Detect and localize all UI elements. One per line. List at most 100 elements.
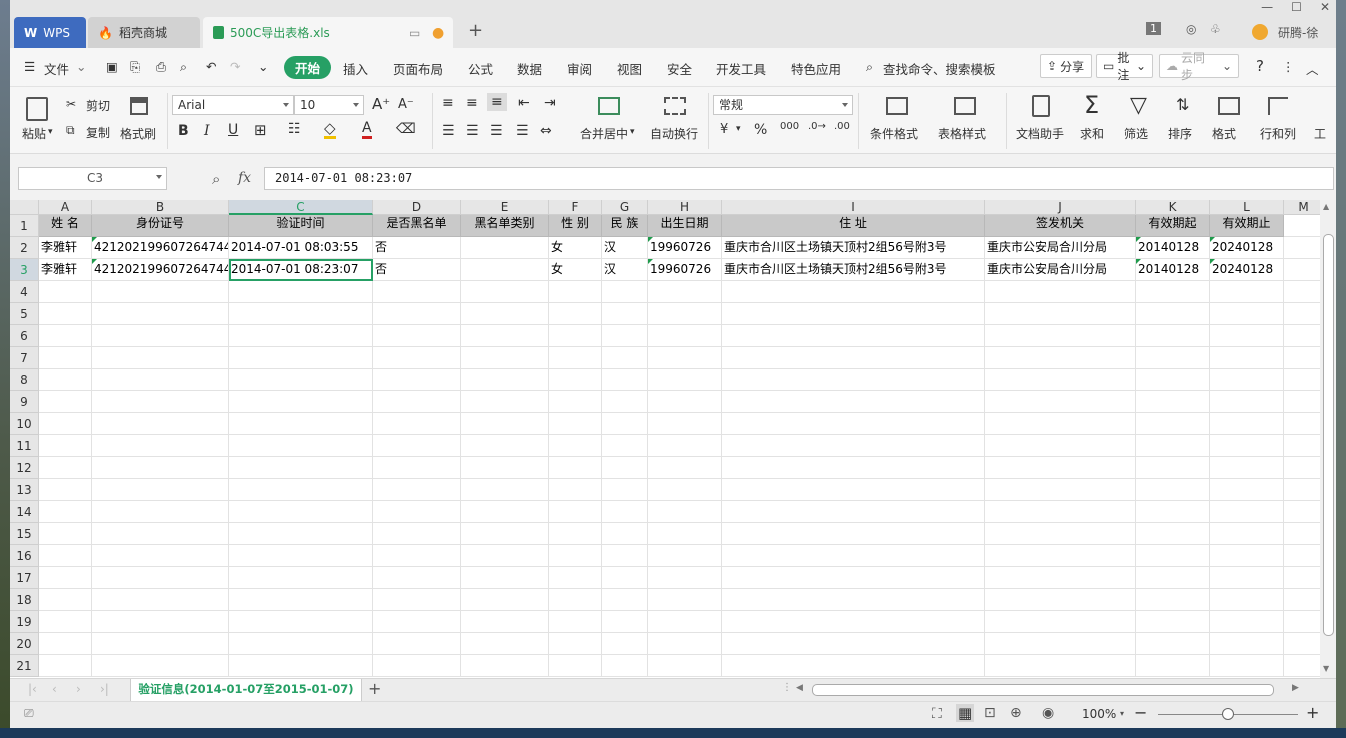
- column-header-M[interactable]: M: [1284, 200, 1320, 215]
- tab-start[interactable]: 开始: [284, 56, 332, 79]
- empty-cell[interactable]: [722, 589, 985, 611]
- empty-cell[interactable]: [461, 413, 549, 435]
- empty-cell[interactable]: [39, 325, 92, 347]
- empty-cell[interactable]: [373, 567, 461, 589]
- empty-cell[interactable]: [92, 413, 229, 435]
- empty-cell[interactable]: [92, 479, 229, 501]
- empty-cell[interactable]: [461, 655, 549, 677]
- comment-button[interactable]: ▭ 批注 ⌄: [1096, 51, 1153, 82]
- redo-icon[interactable]: ↷: [230, 59, 240, 74]
- empty-cell[interactable]: [648, 347, 722, 369]
- empty-cell[interactable]: [985, 369, 1136, 391]
- column-header-B[interactable]: B: [92, 200, 229, 215]
- empty-cell[interactable]: [985, 457, 1136, 479]
- column-header-A[interactable]: A: [39, 200, 92, 215]
- empty-cell[interactable]: [373, 611, 461, 633]
- search-icon[interactable]: ⌕: [866, 59, 873, 75]
- table-cell[interactable]: 女: [549, 237, 602, 259]
- minimize-icon[interactable]: —: [1261, 0, 1273, 18]
- empty-cell[interactable]: [1136, 347, 1210, 369]
- empty-cell[interactable]: [39, 347, 92, 369]
- empty-cell[interactable]: [373, 303, 461, 325]
- column-header-H[interactable]: H: [648, 200, 722, 215]
- row-header[interactable]: 9: [10, 391, 39, 413]
- empty-cell[interactable]: [229, 391, 373, 413]
- empty-cell[interactable]: [722, 545, 985, 567]
- row-header[interactable]: 16: [10, 545, 39, 567]
- print-preview-icon[interactable]: ⌕: [180, 59, 187, 75]
- save-icon[interactable]: ▣: [106, 59, 118, 74]
- table-cell[interactable]: [461, 259, 549, 281]
- align-bottom-icon[interactable]: ≡: [487, 93, 507, 111]
- tab-docer-store[interactable]: 🔥 稻壳商城: [88, 17, 200, 48]
- empty-cell[interactable]: [92, 435, 229, 457]
- empty-cell[interactable]: [985, 633, 1136, 655]
- tab-spreadsheet-file[interactable]: 500C导出表格.xls ▭ ●: [203, 17, 453, 48]
- monitor-icon[interactable]: ▭: [409, 26, 420, 40]
- table-cell[interactable]: 李雅轩: [39, 259, 92, 281]
- empty-cell[interactable]: [1284, 567, 1320, 589]
- empty-cell[interactable]: [1136, 567, 1210, 589]
- empty-cell[interactable]: [1210, 567, 1284, 589]
- empty-cell[interactable]: [549, 369, 602, 391]
- empty-cell[interactable]: [92, 523, 229, 545]
- empty-cell[interactable]: [461, 303, 549, 325]
- macro-record-icon[interactable]: ⎚: [24, 706, 34, 721]
- empty-cell[interactable]: [1136, 611, 1210, 633]
- empty-cell[interactable]: [1136, 325, 1210, 347]
- empty-cell[interactable]: [985, 347, 1136, 369]
- empty-cell[interactable]: [1210, 325, 1284, 347]
- table-cell[interactable]: 汉: [602, 259, 648, 281]
- empty-cell[interactable]: [373, 435, 461, 457]
- conditional-format-icon[interactable]: [886, 97, 908, 115]
- table-cell[interactable]: 否: [373, 259, 461, 281]
- empty-cell[interactable]: [1284, 281, 1320, 303]
- empty-cell[interactable]: [229, 369, 373, 391]
- align-right-icon[interactable]: ☰: [490, 123, 503, 139]
- window-count-badge[interactable]: 1: [1146, 22, 1161, 35]
- underline-icon[interactable]: U: [228, 122, 238, 138]
- empty-cell[interactable]: [648, 611, 722, 633]
- format-button[interactable]: 格式: [1212, 125, 1236, 142]
- indent-decrease-icon[interactable]: ⇤: [518, 95, 530, 111]
- font-shrink-icon[interactable]: A⁻: [398, 97, 414, 112]
- empty-cell[interactable]: [461, 347, 549, 369]
- row-header[interactable]: 21: [10, 655, 39, 677]
- empty-cell[interactable]: [1284, 369, 1320, 391]
- row-header[interactable]: 12: [10, 457, 39, 479]
- empty-cell[interactable]: [229, 589, 373, 611]
- empty-cell[interactable]: [1284, 501, 1320, 523]
- table-cell[interactable]: 20240128: [1210, 237, 1284, 259]
- empty-cell[interactable]: [1210, 303, 1284, 325]
- page-break-view-icon[interactable]: ⊕: [1010, 705, 1022, 721]
- empty-cell[interactable]: [722, 391, 985, 413]
- table-cell[interactable]: 19960726: [648, 237, 722, 259]
- tab-wps[interactable]: W WPS: [14, 17, 86, 48]
- hamburger-icon[interactable]: ☰: [24, 59, 35, 74]
- empty-cell[interactable]: [92, 325, 229, 347]
- empty-cell[interactable]: [1284, 545, 1320, 567]
- empty-cell[interactable]: [1284, 237, 1320, 259]
- empty-cell[interactable]: [373, 501, 461, 523]
- empty-cell[interactable]: [648, 457, 722, 479]
- empty-cell[interactable]: [39, 611, 92, 633]
- empty-cell[interactable]: [722, 413, 985, 435]
- empty-cell[interactable]: [39, 457, 92, 479]
- zoom-formula-icon[interactable]: ⌕: [212, 170, 220, 188]
- empty-cell[interactable]: [648, 281, 722, 303]
- scroll-down-icon[interactable]: ▼: [1323, 664, 1329, 673]
- table-cell[interactable]: 2014-07-01 08:03:55: [229, 237, 373, 259]
- empty-cell[interactable]: [602, 391, 648, 413]
- empty-cell[interactable]: [373, 347, 461, 369]
- empty-cell[interactable]: [1284, 325, 1320, 347]
- empty-cell[interactable]: [92, 369, 229, 391]
- wrap-text-icon[interactable]: [664, 97, 686, 115]
- column-header-E[interactable]: E: [461, 200, 549, 215]
- empty-cell[interactable]: [39, 413, 92, 435]
- empty-cell[interactable]: [92, 457, 229, 479]
- empty-cell[interactable]: [985, 501, 1136, 523]
- empty-cell[interactable]: [1284, 479, 1320, 501]
- empty-cell[interactable]: [648, 589, 722, 611]
- distributed-icon[interactable]: ⇔: [540, 123, 552, 139]
- tab-special-apps[interactable]: 特色应用: [791, 59, 841, 78]
